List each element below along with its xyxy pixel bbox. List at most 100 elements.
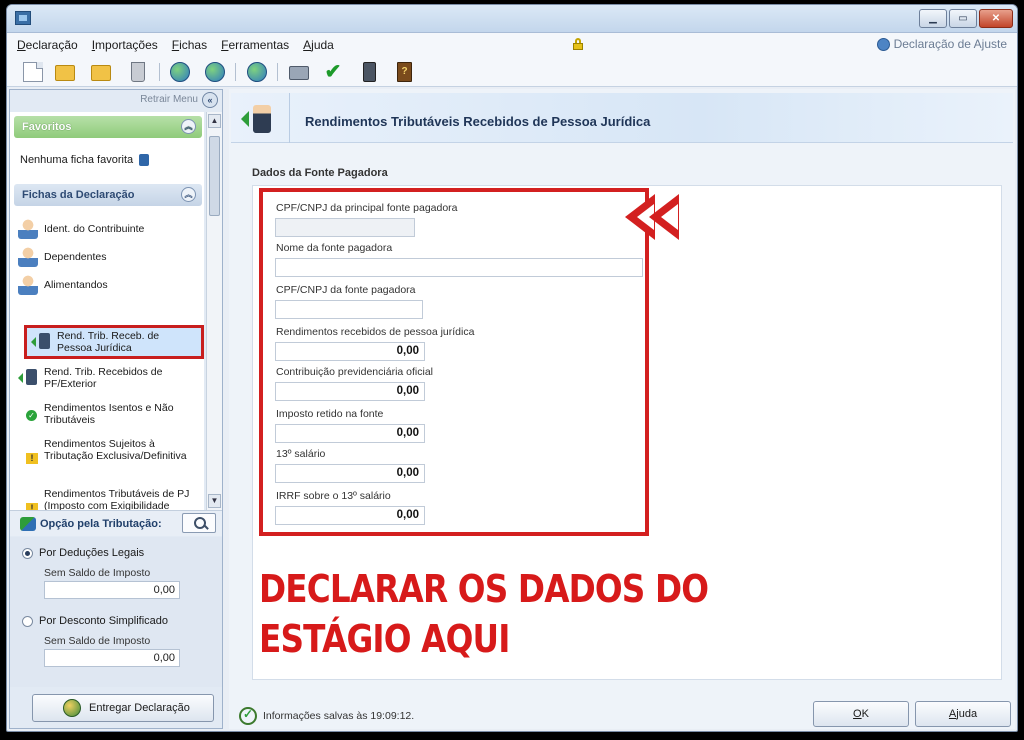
cpf-principal-field (275, 218, 415, 237)
title-bar: ▁ ▭ ✕ (7, 5, 1017, 33)
sidebar-item-rend-pj[interactable]: Rend. Trib. Receb. de Pessoa Jurídica (24, 325, 204, 359)
sidebar-item-label: Rendimentos Tributáveis de PJ (Imposto c… (44, 488, 190, 510)
folder-icon[interactable] (91, 65, 111, 81)
sidebar-item-isentos[interactable]: Rendimentos Isentos e Não Tributáveis (18, 402, 198, 426)
toolbar-separator (235, 63, 236, 81)
toolbar-separator (159, 63, 160, 81)
irrf-label: IRRF sobre o 13º salário (276, 490, 391, 502)
minimize-button[interactable]: ▁ (919, 9, 947, 28)
menu-importacoes[interactable]: Importações (92, 38, 158, 52)
rend-pj-header-icon (241, 103, 273, 135)
sidebar-item-ident[interactable]: Ident. do Contribuinte (18, 218, 198, 239)
status-text: Informações salvas às 19:09:12. (263, 710, 415, 722)
sidebar-item-suspensa[interactable]: Rendimentos Tributáveis de PJ (Imposto c… (18, 488, 198, 510)
menu-fichas[interactable]: Fichas (172, 38, 207, 52)
irrf-field[interactable]: 0,00 (275, 506, 425, 525)
suspended-icon (18, 496, 38, 510)
open-folder-icon[interactable] (55, 65, 75, 81)
trash-icon[interactable] (131, 62, 145, 82)
ok-button[interactable]: OK (813, 701, 909, 727)
form-area: CPF/CNPJ da principal fonte pagadora Nom… (252, 185, 1002, 680)
bookmark-icon (139, 154, 150, 166)
menu-ferramentas[interactable]: Ferramentas (221, 38, 289, 52)
radio-desconto[interactable]: Por Desconto Simplificado (22, 615, 168, 627)
printer-icon[interactable] (289, 66, 309, 80)
fichas-label: Fichas da Declaração (22, 189, 135, 201)
section-title: Dados da Fonte Pagadora (252, 167, 388, 179)
no-favorites-label: Nenhuma ficha favorita (20, 154, 134, 166)
toolbar-separator (277, 63, 278, 81)
decimo-field[interactable]: 0,00 (275, 464, 425, 483)
contribuicao-field[interactable]: 0,00 (275, 382, 425, 401)
receive-icon[interactable] (205, 62, 225, 82)
menu-bar: Declaração Importações Fichas Ferramenta… (7, 33, 1017, 57)
menu-declaracao[interactable]: Declaração (17, 38, 78, 52)
sidebar-item-alimentandos[interactable]: Alimentandos (18, 274, 198, 295)
favoritos-header[interactable]: Favoritos ︽ (14, 116, 202, 138)
internet-icon[interactable] (247, 62, 267, 82)
radio-deducoes-circle[interactable] (22, 547, 33, 559)
alimentandos-icon (18, 275, 38, 295)
scroll-thumb[interactable] (209, 136, 220, 216)
rend-pj-icon (31, 331, 51, 351)
rend-pf-icon (18, 367, 38, 387)
maximize-button[interactable]: ▭ (949, 9, 977, 28)
exempt-icon (18, 403, 38, 423)
collapse-menu-icon[interactable]: « (202, 92, 218, 108)
declaration-type: Declaração de Ajuste (876, 37, 1007, 51)
scroll-down-icon[interactable]: ▼ (208, 494, 221, 508)
exclusive-icon (18, 446, 38, 466)
transmit-icon[interactable] (170, 62, 190, 82)
sidebar-item-rend-pf[interactable]: Rend. Trib. Recebidos de PF/Exterior (18, 366, 198, 390)
sidebar-item-label: Rend. Trib. Receb. de Pessoa Jurídica (57, 330, 160, 354)
sidebar-item-exclusiva[interactable]: Rendimentos Sujeitos à Tributação Exclus… (18, 438, 198, 466)
radio-deducoes[interactable]: Por Deduções Legais (22, 547, 144, 559)
calculator-icon[interactable] (363, 62, 376, 82)
lock-icon (573, 38, 583, 50)
collapse-fichas-icon[interactable]: ︽ (181, 187, 196, 202)
radio-desconto-circle[interactable] (22, 615, 33, 627)
toolbar: ✔ ? (7, 57, 1017, 87)
scroll-up-icon[interactable]: ▲ (208, 114, 221, 128)
sidebar-item-label: Rendimentos Isentos e Não Tributáveis (44, 402, 174, 426)
sidebar-item-label: Rend. Trib. Recebidos de PF/Exterior (44, 366, 163, 390)
rendimentos-label: Rendimentos recebidos de pessoa jurídica (276, 326, 475, 338)
saldo-desconto-label: Sem Saldo de Imposto (44, 635, 151, 647)
deliver-globe-icon (63, 699, 81, 717)
app-window: ▁ ▭ ✕ Declaração Importações Fichas Ferr… (6, 4, 1018, 732)
fichas-scrollbar[interactable]: ▲ ▼ (206, 112, 222, 510)
rendimentos-field[interactable]: 0,00 (275, 342, 425, 361)
favoritos-label: Favoritos (22, 121, 72, 133)
nome-field[interactable] (275, 258, 643, 277)
sidebar-item-dependentes[interactable]: Dependentes (18, 246, 198, 267)
fichas-header[interactable]: Fichas da Declaração ︽ (14, 184, 202, 206)
sidebar-item-label: Rendimentos Sujeitos à Tributação Exclus… (44, 438, 187, 462)
new-document-icon[interactable] (23, 62, 43, 82)
retrair-menu-label[interactable]: Retrair Menu (140, 94, 198, 105)
check-icon[interactable]: ✔ (323, 62, 343, 82)
imposto-label: Imposto retido na fonte (276, 408, 384, 420)
ajuda-button[interactable]: Ajuda (915, 701, 1011, 727)
opcao-tributacao: Opção pela Tributação: (10, 510, 222, 536)
saldo-deducoes-label: Sem Saldo de Imposto (44, 567, 151, 579)
no-favorites: Nenhuma ficha favorita (20, 154, 150, 166)
collapse-favoritos-icon[interactable]: ︽ (181, 119, 196, 134)
status-bar: Informações salvas às 19:09:12. (239, 707, 414, 725)
page-title: Rendimentos Tributáveis Recebidos de Pes… (305, 114, 651, 129)
menu-ajuda[interactable]: Ajuda (303, 38, 334, 52)
search-icon[interactable] (182, 513, 216, 533)
cpf-fonte-field[interactable] (275, 300, 423, 319)
sidebar-item-label: Ident. do Contribuinte (44, 223, 145, 235)
sidebar-item-label: Dependentes (44, 251, 107, 263)
help-book-icon[interactable]: ? (397, 62, 412, 82)
close-button[interactable]: ✕ (979, 9, 1013, 28)
contribuicao-label: Contribuição previdenciária oficial (276, 366, 433, 378)
header-divider (289, 93, 290, 143)
nome-label: Nome da fonte pagadora (276, 242, 393, 254)
double-chevron-icon (625, 194, 687, 240)
imposto-field[interactable]: 0,00 (275, 424, 425, 443)
saldo-deducoes-value: 0,00 (44, 581, 180, 599)
annotation-line-1: DECLARAR OS DADOS DO (259, 567, 709, 611)
radio-desconto-label: Por Desconto Simplificado (39, 615, 169, 627)
entregar-declaracao-button[interactable]: Entregar Declaração (32, 694, 214, 722)
